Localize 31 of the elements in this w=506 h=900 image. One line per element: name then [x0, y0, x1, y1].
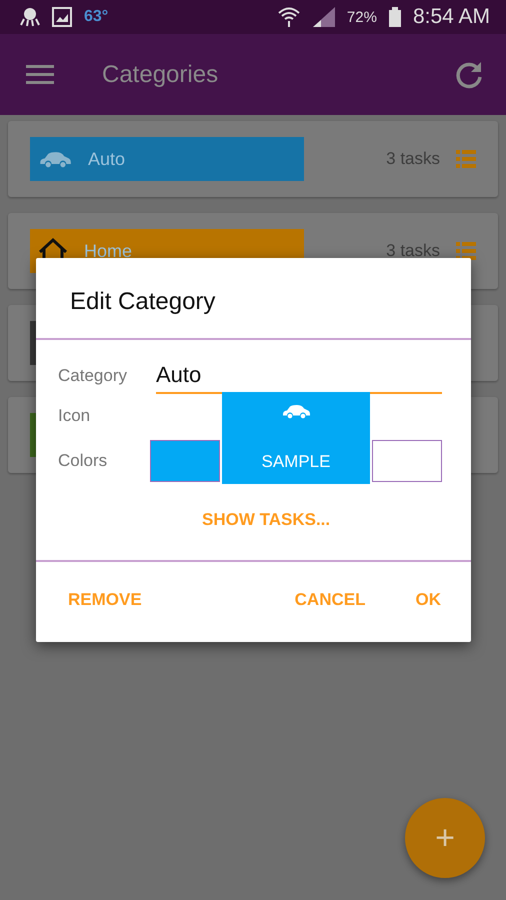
signal-icon: [312, 7, 335, 27]
category-field-label: Category: [58, 366, 128, 386]
add-button[interactable]: +: [405, 798, 485, 878]
car-icon: [281, 404, 311, 419]
text-color-swatch[interactable]: [372, 440, 442, 482]
dialog-button[interactable]: REMOVE: [66, 588, 144, 612]
category-name: Home: [84, 240, 132, 262]
category-name: Auto: [88, 148, 126, 170]
task-count: 3 tasks: [386, 241, 440, 261]
background-color-swatch[interactable]: [150, 440, 220, 482]
image-icon: [52, 7, 72, 27]
task-count: 3 tasks: [386, 149, 440, 169]
clock: 8:54 AM: [412, 5, 490, 29]
icon-field-label: Icon: [58, 406, 92, 426]
sample-text: SAMPLE: [262, 452, 330, 472]
show-tasks-button[interactable]: SHOW TASKS...: [198, 506, 334, 534]
dialog-title: Edit Category: [69, 287, 216, 317]
battery-icon: [388, 7, 401, 27]
sample-preview[interactable]: SAMPLE: [222, 392, 370, 484]
octopus-icon: [20, 7, 40, 27]
dialog-button[interactable]: CANCEL: [292, 588, 368, 612]
dialog-button[interactable]: OK: [414, 588, 443, 612]
menu-icon[interactable]: [26, 64, 54, 84]
colors-field-label: Colors: [58, 451, 108, 471]
car-icon: [38, 150, 72, 168]
temperature: 63°: [84, 8, 108, 26]
refresh-icon[interactable]: [454, 60, 484, 90]
wifi-icon: [276, 6, 301, 28]
battery-percent: 72%: [346, 8, 377, 26]
category-card[interactable]: Auto 3 tasks: [8, 121, 498, 197]
screen-title: Categories: [102, 60, 220, 88]
